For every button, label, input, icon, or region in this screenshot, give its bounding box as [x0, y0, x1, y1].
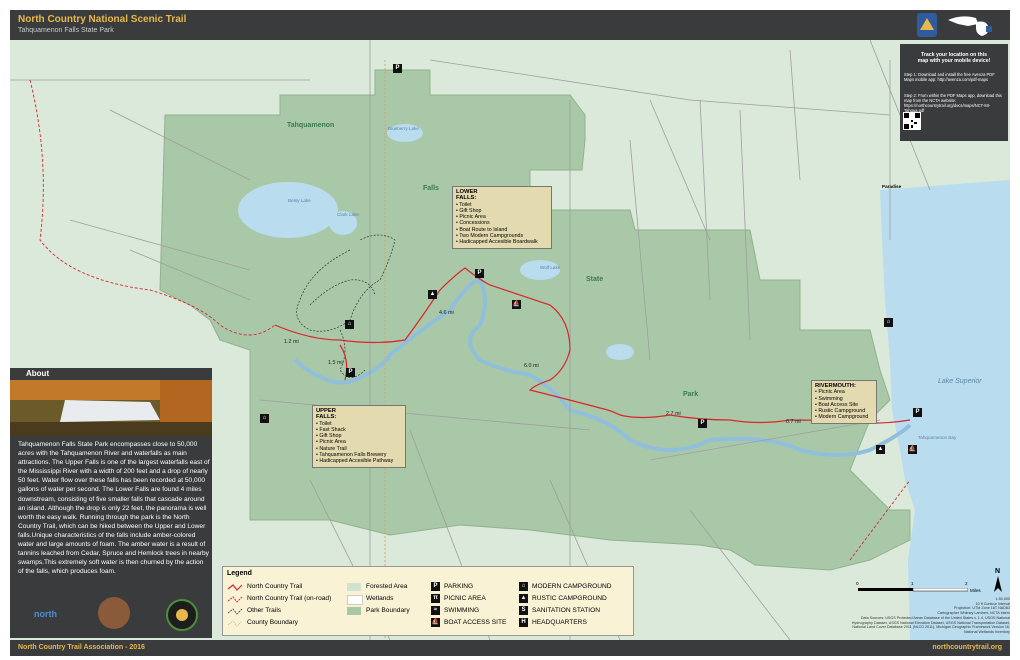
parking-icon: P — [393, 64, 402, 73]
modern-campground-icon: ⌂ — [884, 318, 893, 327]
swimming-icon: ≈ — [431, 606, 440, 615]
headquarters-icon: H — [519, 618, 528, 627]
distance-label: 4.6 mi — [439, 310, 454, 316]
parking-icon: P — [346, 368, 355, 377]
legend-wetlands: Wetlands — [366, 595, 394, 602]
track-title: Track your location on this map with you… — [917, 52, 991, 64]
rustic-campground-icon: ▲ — [876, 445, 885, 454]
scale-bar — [858, 588, 968, 592]
legend-picnic: PICNIC AREA — [444, 595, 486, 602]
legend-nct-onroad: North Country Trail (on-road) — [247, 595, 332, 602]
picnic-area-icon: π — [431, 594, 440, 603]
map-legend: Legend North Country Trail North Country… — [222, 566, 634, 636]
distance-label: 1.5 mi — [328, 360, 343, 366]
legend-parking: PARKING — [444, 583, 474, 590]
legend-sanitation: SANITATION STATION — [532, 607, 601, 614]
distance-label: 2.7 mi — [666, 411, 681, 417]
lake-superior-label: Lake Superior — [938, 378, 982, 385]
legend-title: Legend — [227, 570, 252, 577]
about-text: Tahquamenon Falls State Park encompasses… — [18, 441, 210, 576]
michigan-locator-icon — [948, 16, 992, 36]
rustic-campground-icon: ▲ — [519, 594, 528, 603]
scale-tick-1: 1 — [911, 581, 914, 586]
legend-headquarters: HEADQUARTERS — [532, 619, 587, 626]
map-title: North Country National Scenic Trail — [18, 14, 187, 25]
rivermouth-callout: RIVERMOUTH: • Picnic Area • Swimming • B… — [811, 380, 877, 424]
modern-campground-icon: ⌂ — [260, 414, 269, 423]
park-label-park: Park — [683, 391, 699, 398]
legend-park-boundary: Park Boundary — [366, 607, 410, 614]
tahquamenon-bay-label: Tahquamenon Bay — [918, 435, 957, 440]
park-label-tahquamenon: Tahquamenon — [287, 122, 335, 129]
scale-unit: Miles — [970, 588, 981, 593]
scale-tick-0: 0 — [856, 581, 859, 586]
distance-label: 0.7 mi — [786, 419, 801, 425]
track-step-1: Step 1: Download and install the free Av… — [904, 72, 995, 82]
about-header: About — [26, 369, 50, 378]
map-credits: 1:50,000 10 ft Contour Interval Projecti… — [850, 597, 1010, 635]
list-item: • Hadicapped Accesible Boardwalk — [456, 239, 538, 246]
forest-swatch — [347, 583, 361, 591]
list-item: • Modern Campground — [815, 414, 869, 421]
legend-forest: Forested Area — [366, 583, 408, 590]
about-panel: About Tahquamenon Falls State Park encom… — [10, 368, 212, 638]
legend-nct: North Country Trail — [247, 583, 303, 590]
lower-falls-title: LOWER FALLS: — [456, 189, 478, 202]
rivermouth-title: RIVERMOUTH: — [815, 383, 856, 389]
sanitation-station-icon: S — [519, 606, 528, 615]
legend-rustic-campground: RUSTIC CAMPGROUND — [532, 595, 607, 602]
betsy-lake-label: Betsy Lake — [288, 198, 311, 203]
upper-falls-callout: UPPER FALLS: • Toilet • Fast Shack • Gif… — [312, 405, 406, 468]
parking-icon: P — [698, 419, 707, 428]
clark-lake-label: Clark Lake — [337, 212, 359, 217]
paradise-label: Paradise — [882, 184, 902, 189]
map-subtitle: Tahquamenon Falls State Park — [18, 27, 114, 34]
parking-icon: P — [475, 269, 484, 278]
modern-campground-icon: ⌂ — [519, 582, 528, 591]
track-location-panel: Track your location on this map with you… — [900, 44, 1008, 141]
scale-tick-2: 2 — [965, 581, 968, 586]
upper-falls-title: UPPER FALLS: — [316, 408, 337, 421]
wolf-lake-label: Wolf Lake — [540, 265, 561, 270]
header-bar: North Country National Scenic Trail Tahq… — [10, 10, 1010, 40]
legend-boat-access: BOAT ACCESS SITE — [444, 619, 507, 626]
partner-logos: north — [10, 589, 212, 638]
map-frame: North Country National Scenic Trail Tahq… — [0, 0, 1020, 660]
footer-left: North Country Trail Association - 2016 — [18, 644, 145, 651]
data-sources: Data Sources: USGS Protected Areas Datab… — [851, 615, 1010, 634]
footer-bar: North Country Trail Association - 2016 n… — [10, 640, 1010, 656]
qr-code-icon — [903, 112, 921, 130]
footer-link[interactable]: northcountrytrail.org — [932, 644, 1002, 651]
boat-access-icon: ⛵ — [512, 300, 521, 309]
svg-text:north: north — [34, 609, 57, 619]
legend-line-symbols — [227, 584, 243, 627]
legend-swimming: SWIMMING — [444, 607, 480, 614]
lower-falls-callout: LOWER FALLS: • Toilet • Gift Shop • Picn… — [452, 186, 552, 249]
waterfall-photo — [10, 380, 212, 436]
north-arrow-icon — [994, 576, 1002, 592]
park-boundary-swatch — [347, 607, 361, 615]
modern-campground-icon: ⌂ — [345, 320, 354, 329]
distance-label: 6.0 mi — [524, 363, 539, 369]
rustic-campground-icon: ▲ — [428, 290, 437, 299]
legend-other-trails: Other Trails — [247, 607, 282, 614]
parking-icon: P — [913, 408, 922, 417]
wetlands-swatch — [347, 595, 363, 605]
park-label-state: State — [586, 276, 604, 283]
boat-access-icon: ⛵ — [908, 445, 917, 454]
parking-icon: P — [431, 582, 440, 591]
legend-modern-campground: MODERN CAMPGROUND — [532, 583, 612, 590]
north-arrow-label: N — [995, 568, 1001, 575]
park-label-falls: Falls — [423, 185, 439, 192]
nct-logo-icon — [917, 13, 937, 37]
legend-county-boundary: County Boundary — [247, 619, 298, 626]
distance-label: 1.2 mi — [284, 339, 299, 345]
boat-access-icon: ⛵ — [431, 618, 440, 627]
blueberry-lake-label: Blueberry Lake — [388, 126, 419, 131]
list-item: • Hadicapped Accesible Pathway — [316, 458, 394, 465]
track-step-2: Step 2: From within the PDF Maps app, do… — [904, 93, 1002, 113]
